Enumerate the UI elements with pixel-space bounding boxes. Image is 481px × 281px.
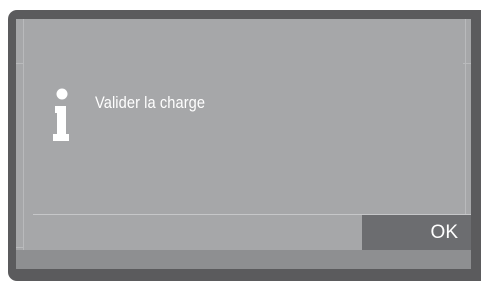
bottom-strip xyxy=(16,250,471,269)
edge-tick xyxy=(16,247,24,248)
edge-tick xyxy=(16,63,24,64)
display-screen: Valider la charge OK xyxy=(16,19,471,269)
ok-button[interactable]: OK xyxy=(362,215,471,250)
info-icon xyxy=(53,88,69,141)
left-edge-line xyxy=(23,19,24,269)
edge-tick xyxy=(463,63,471,64)
dialog-message: Valider la charge xyxy=(95,93,206,112)
